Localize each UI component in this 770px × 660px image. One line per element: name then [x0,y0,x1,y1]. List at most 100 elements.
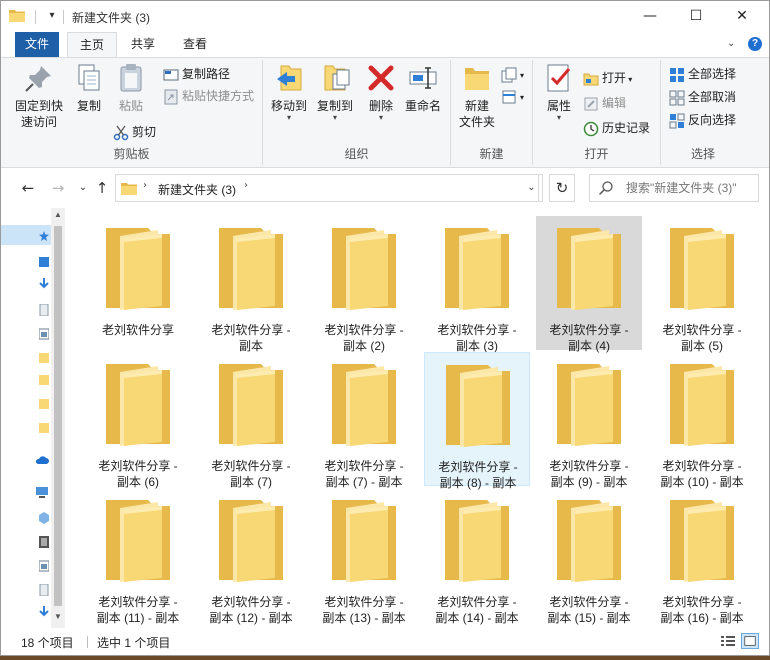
tab-view[interactable]: 查看 [171,32,219,57]
copy-path-icon [163,69,179,81]
folder-item[interactable]: 老刘软件分享 - 副本 (15) - 副本 [536,488,642,625]
explorer-window: ▾ 新建文件夹 (3) — ☐ ✕ 文件 主页 共享 查看 ⌄ ? 固定到快 速… [0,0,770,656]
nav-scrollbar[interactable]: ▲ ▼ [51,208,65,628]
properties-label: 属性 [546,99,571,113]
address-bar[interactable]: › 新建文件夹 (3) › [115,174,539,202]
rename-button[interactable]: 重命名 [401,62,445,114]
easy-access-icon [502,90,516,104]
properties-button[interactable]: 属性 ▾ [539,62,579,122]
folder-item[interactable]: 老刘软件分享 - 副本 (13) - 副本 [311,488,417,625]
ribbon-group-new: 新建 文件夹 ▾ ▾ 新建 [451,60,533,165]
tab-home[interactable]: 主页 [67,32,118,58]
folder-item[interactable]: 老刘软件分享 - 副本 (12) - 副本 [198,488,304,625]
new-folder-button[interactable]: 新建 文件夹 [455,62,499,130]
easy-access-button[interactable]: ▾ [501,86,524,106]
search-input[interactable] [626,176,754,200]
folder-item[interactable]: 老刘软件分享 - 副本 (7) [198,352,304,489]
cut-button[interactable]: 剪切 [113,122,156,142]
pin-to-quick-access-button[interactable]: 固定到快 速访问 [11,62,67,130]
ribbon-group-label: 组织 [344,147,369,161]
folder-item[interactable]: 老刘软件分享 - 副本 (16) - 副本 [649,488,755,625]
download-icon[interactable] [39,278,49,290]
folder-icon[interactable] [39,398,49,410]
close-button[interactable]: ✕ [719,1,765,31]
star-icon[interactable] [39,230,49,242]
breadcrumb-chevron-icon[interactable]: › [143,180,147,191]
recent-locations-icon[interactable]: ⌄ [73,178,93,198]
document-icon[interactable] [39,304,49,316]
folder-item[interactable]: 老刘软件分享 - 副本 (11) - 副本 [85,488,191,625]
download-icon[interactable] [39,606,49,618]
folder-item[interactable]: 老刘软件分享 - 副本 (4) [536,216,642,353]
folder-item[interactable]: 老刘软件分享 - 副本 (5) [649,216,755,353]
quick-access-dropdown-icon[interactable]: ▾ [44,9,60,23]
new-item-button[interactable]: ▾ [501,64,524,84]
folder-label-line2: 副本 [238,339,263,353]
scroll-up-icon[interactable]: ▲ [51,210,65,219]
copy-path-button[interactable]: 复制路径 [163,64,230,84]
invert-selection-button[interactable]: 反向选择 [669,110,736,130]
select-none-button[interactable]: 全部取消 [669,87,736,107]
folder-label: 老刘软件分享 - 副本 [200,322,302,354]
video-icon[interactable] [39,536,49,548]
copy-to-button[interactable]: 复制到 ▾ [313,62,357,122]
edit-button[interactable]: 编辑 [583,93,626,113]
breadcrumb-current[interactable]: 新建文件夹 (3) [158,181,236,198]
back-arrow-icon[interactable]: ← [18,178,38,198]
collapse-ribbon-icon[interactable]: ⌄ [727,38,735,49]
tab-share[interactable]: 共享 [119,32,167,57]
move-to-button[interactable]: 移动到 ▾ [267,62,311,122]
folder-item[interactable]: 老刘软件分享 - 副本 (14) - 副本 [424,488,530,625]
folder-item[interactable]: 老刘软件分享 - 副本 (8) - 副本 [424,352,530,490]
up-arrow-icon[interactable]: ↑ [92,178,112,198]
folder-item[interactable]: 老刘软件分享 - 副本 (9) - 副本 [536,352,642,489]
open-button[interactable]: 打开 ▾ [583,68,632,88]
search-box[interactable] [589,174,759,202]
history-button[interactable]: 历史记录 [583,118,650,138]
folder-item[interactable]: 老刘软件分享 - 副本 (10) - 副本 [649,352,755,489]
folder-icon[interactable] [39,374,49,386]
help-icon[interactable]: ? [748,37,762,51]
tab-file[interactable]: 文件 [15,32,59,57]
folder-item[interactable]: 老刘软件分享 - 副本 (6) [85,352,191,489]
folder-item[interactable]: 老刘软件分享 - 副本 (2) [311,216,417,353]
paste-shortcut-label: 粘贴快捷方式 [182,89,255,103]
status-bar: 18 个项目 选中 1 个项目 [1,629,769,655]
paste-shortcut-button[interactable]: 粘贴快捷方式 [163,86,254,106]
folder-item[interactable]: 老刘软件分享 - 副本 (3) [424,216,530,353]
folder-label-line2: 副本 (13) - 副本 [322,611,406,625]
address-history-dropdown-icon[interactable]: ⌄ [521,174,543,202]
delete-label: 删除 [368,99,393,113]
maximize-button[interactable]: ☐ [673,1,719,31]
picture-icon[interactable] [39,328,49,340]
folder-label-line1: 老刘软件分享 - [211,595,291,609]
forward-arrow-icon[interactable]: → [48,178,68,198]
dropdown-arrow-icon: ▾ [378,113,383,122]
refresh-icon[interactable]: ↻ [549,174,575,202]
select-all-button[interactable]: 全部选择 [669,64,736,84]
paste-button[interactable]: 粘贴 [111,62,151,114]
picture-icon[interactable] [39,560,49,572]
folder-icon[interactable] [39,422,49,434]
large-icons-view-icon[interactable] [741,633,759,649]
details-view-icon[interactable] [719,633,737,649]
desktop-icon[interactable] [39,256,49,268]
copy-button[interactable]: 复制 [71,62,107,114]
delete-button[interactable]: 删除 ▾ [363,62,399,122]
ribbon-group-organize: 移动到 ▾ 复制到 ▾ 删除 ▾ 重命名 组织 [263,60,451,165]
folder-item[interactable]: 老刘软件分享 - 副本 [198,216,304,353]
folder-label-line1: 老刘软件分享 - [211,459,291,473]
folder-label-line2: 副本 (5) [680,339,723,353]
folder-item[interactable]: 老刘软件分享 [85,216,191,350]
scroll-thumb[interactable] [54,226,62,606]
folder-label: 老刘软件分享 - 副本 (8) - 副本 [427,459,529,491]
scroll-down-icon[interactable]: ▼ [51,612,65,621]
breadcrumb-chevron-icon[interactable]: › [244,180,248,191]
3d-objects-icon[interactable] [39,512,49,524]
onedrive-cloud-icon[interactable] [35,454,49,466]
folder-item[interactable]: 老刘软件分享 - 副本 (7) - 副本 [311,352,417,489]
this-pc-icon[interactable] [35,486,49,498]
document-icon[interactable] [39,584,49,596]
folder-icon[interactable] [39,352,49,364]
minimize-button[interactable]: — [627,1,673,31]
